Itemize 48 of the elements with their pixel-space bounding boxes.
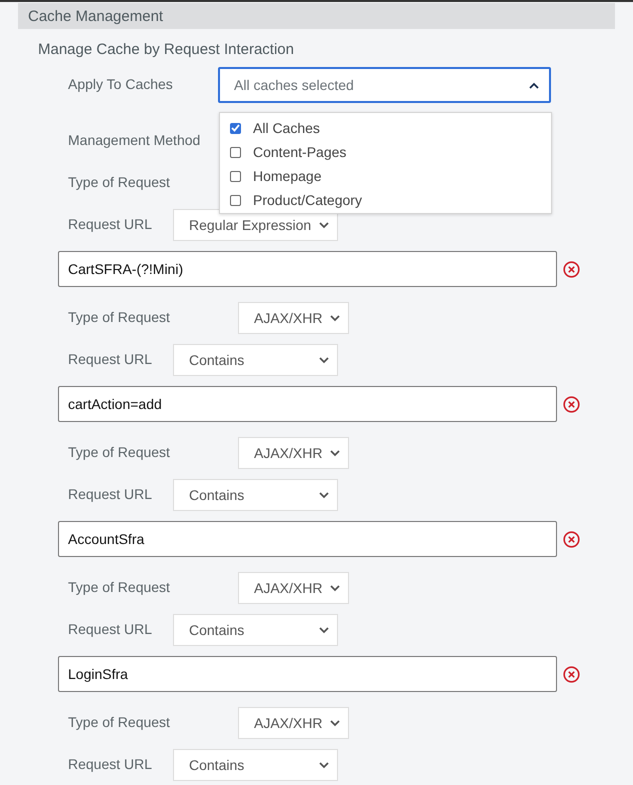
pattern-field[interactable]: LoginSfra	[58, 656, 557, 692]
remove-icon[interactable]	[563, 396, 580, 412]
pattern-field[interactable]: AccountSfra	[58, 521, 557, 557]
chevron-down-icon	[319, 222, 329, 228]
chevron-down-icon	[319, 626, 329, 634]
remove-icon[interactable]	[563, 530, 580, 548]
chevron-up-icon	[529, 82, 539, 88]
dropdown-select[interactable]: Contains	[173, 749, 338, 781]
subtitle: Manage Cache by Request Interaction	[38, 41, 295, 58]
pattern-field[interactable]: CartSFRA-(?!Mini)	[58, 251, 557, 287]
chevron-down-icon	[319, 762, 329, 768]
cache-option[interactable]: Product/Category	[220, 188, 551, 212]
field-label: Request URL	[68, 756, 152, 772]
cache-option[interactable]: Homepage	[220, 164, 551, 188]
dropdown-select[interactable]: AJAX/XHR	[238, 437, 349, 469]
chevron-down-icon	[330, 450, 340, 456]
chevron-down-icon	[319, 356, 329, 364]
chevron-down-icon	[319, 492, 329, 498]
dropdown-select[interactable]: AJAX/XHR	[238, 302, 349, 334]
field-label: Type of Request	[68, 309, 170, 325]
dropdown-select[interactable]: Contains	[173, 479, 338, 511]
cache-option[interactable]: All Caches	[220, 116, 551, 140]
field-label: Apply To Caches	[68, 76, 173, 92]
chevron-down-icon	[330, 314, 340, 322]
section-header: Cache Management	[18, 3, 615, 29]
field-label: Type of Request	[68, 579, 170, 595]
dropdown-select[interactable]: Contains	[173, 344, 338, 376]
chevron-down-icon	[330, 720, 340, 726]
field-label: Request URL	[68, 621, 152, 637]
field-label: Request URL	[68, 486, 152, 502]
dropdown-select[interactable]: Contains	[173, 614, 338, 646]
remove-icon[interactable]	[563, 260, 580, 278]
checkbox[interactable]	[230, 170, 241, 182]
field-label: Type of Request	[68, 444, 170, 460]
field-label: Type of Request	[68, 714, 170, 730]
dropdown-select[interactable]: AJAX/XHR	[238, 707, 349, 739]
cache-select[interactable]: All caches selected	[218, 67, 551, 103]
checkbox[interactable]	[230, 194, 241, 206]
chevron-down-icon	[330, 584, 340, 592]
field-label: Management Method	[68, 132, 200, 148]
checkbox[interactable]	[230, 146, 241, 158]
pattern-field[interactable]: cartAction=add	[58, 386, 557, 422]
dropdown-select[interactable]: AJAX/XHR	[238, 572, 349, 604]
field-label: Request URL	[68, 351, 152, 367]
field-label: Request URL	[68, 216, 152, 232]
field-label: Type of Request	[68, 174, 170, 190]
cache-option[interactable]: Content-Pages	[220, 140, 551, 164]
remove-icon[interactable]	[563, 666, 580, 682]
